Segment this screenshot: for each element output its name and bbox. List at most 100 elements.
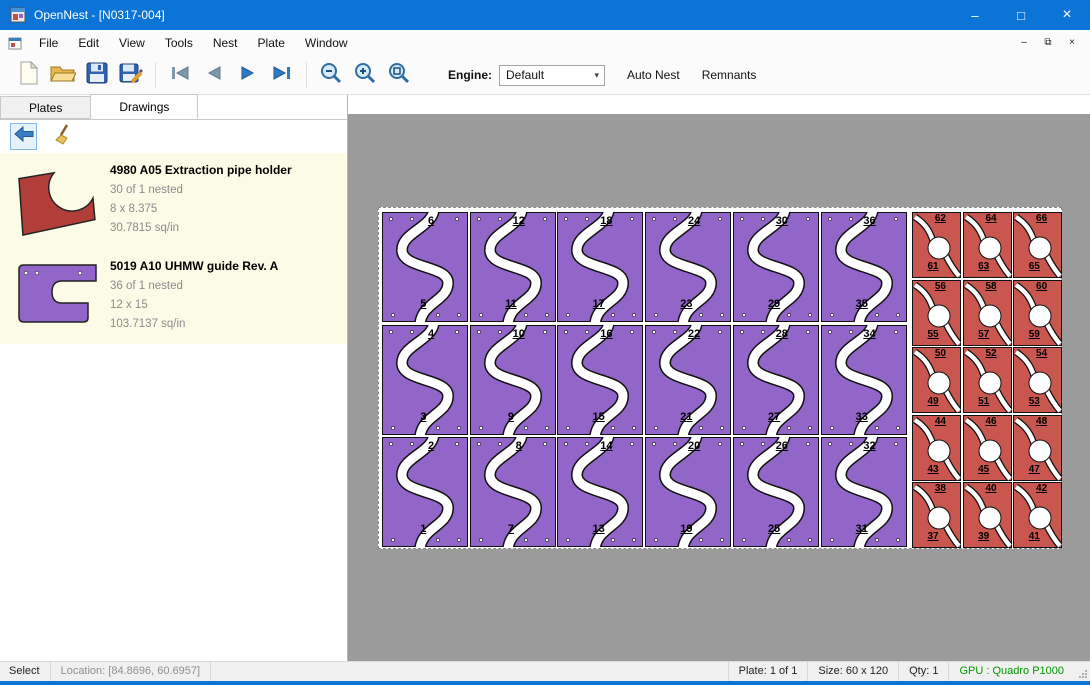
zoom-out-icon bbox=[319, 61, 343, 90]
first-plate-button[interactable] bbox=[163, 60, 197, 90]
previous-plate-button[interactable] bbox=[197, 60, 231, 90]
part-number-label: 50 bbox=[935, 348, 946, 359]
nested-pair-red[interactable]: 3837 bbox=[912, 482, 961, 548]
resize-grip[interactable] bbox=[1074, 662, 1090, 681]
zoom-in-button[interactable] bbox=[348, 60, 382, 90]
mdi-minimize-button[interactable]: – bbox=[1014, 35, 1034, 51]
nested-pair-red[interactable]: 5453 bbox=[1013, 347, 1062, 413]
chevron-down-icon: ▾ bbox=[594, 70, 604, 81]
menu-item-tools[interactable]: Tools bbox=[155, 30, 203, 56]
nested-pair-purple[interactable]: 65 bbox=[382, 212, 468, 322]
auto-nest-button[interactable]: Auto Nest bbox=[627, 68, 680, 82]
menu-item-window[interactable]: Window bbox=[295, 30, 358, 56]
part-info: 5019 A10 UHMW guide Rev. A 36 of 1 neste… bbox=[104, 257, 278, 334]
part-number-label: 19 bbox=[680, 523, 692, 535]
plate-sheet[interactable]: 65 1211 1817 bbox=[378, 207, 1062, 549]
zoom-fit-icon bbox=[387, 61, 411, 90]
nested-pair-purple[interactable]: 87 bbox=[470, 437, 556, 547]
app-window: OpenNest - [N0317-004] – □ × File Edit V… bbox=[0, 0, 1090, 685]
purple-part-shape bbox=[19, 265, 96, 322]
menu-item-plate[interactable]: Plate bbox=[248, 30, 295, 56]
nested-pair-purple[interactable]: 1413 bbox=[557, 437, 643, 547]
part-number-label: 55 bbox=[928, 329, 939, 340]
nested-pair-red[interactable]: 6261 bbox=[912, 212, 961, 278]
save-icon bbox=[86, 62, 108, 89]
menu-item-nest[interactable]: Nest bbox=[203, 30, 248, 56]
part-number-label: 58 bbox=[985, 281, 996, 292]
nested-pair-purple[interactable]: 43 bbox=[382, 325, 468, 435]
zoom-out-button[interactable] bbox=[314, 60, 348, 90]
next-plate-button[interactable] bbox=[231, 60, 265, 90]
nested-pair-purple[interactable]: 2423 bbox=[645, 212, 731, 322]
close-button[interactable]: × bbox=[1044, 0, 1090, 30]
clean-button[interactable] bbox=[49, 123, 76, 150]
nested-pair-purple[interactable]: 3231 bbox=[821, 437, 907, 547]
nesting-canvas[interactable]: 65 1211 1817 bbox=[348, 95, 1090, 661]
part-number-label: 27 bbox=[768, 411, 780, 423]
maximize-button[interactable]: □ bbox=[998, 0, 1044, 30]
nested-pair-red[interactable]: 4443 bbox=[912, 415, 961, 481]
nested-pair-red[interactable]: 4645 bbox=[963, 415, 1012, 481]
minimize-button[interactable]: – bbox=[952, 0, 998, 30]
nested-pair-red[interactable]: 4039 bbox=[963, 482, 1012, 548]
nested-pair-red[interactable]: 4847 bbox=[1013, 415, 1062, 481]
part-number-label: 37 bbox=[928, 531, 939, 542]
part-nested-count: 30 of 1 nested bbox=[110, 181, 292, 200]
part-number-label: 6 bbox=[428, 215, 434, 227]
titlebar: OpenNest - [N0317-004] – □ × bbox=[0, 0, 1090, 30]
menu-item-edit[interactable]: Edit bbox=[68, 30, 109, 56]
part-number-label: 43 bbox=[928, 464, 939, 475]
nested-pair-purple[interactable]: 21 bbox=[382, 437, 468, 547]
mdi-restore-button[interactable]: ⧉ bbox=[1038, 35, 1058, 51]
part-number-label: 53 bbox=[1029, 396, 1040, 407]
nested-pair-red[interactable]: 6463 bbox=[963, 212, 1012, 278]
menu-item-file[interactable]: File bbox=[29, 30, 68, 56]
engine-select[interactable]: Default ▾ bbox=[499, 65, 605, 86]
nested-pair-purple[interactable]: 2019 bbox=[645, 437, 731, 547]
back-button[interactable] bbox=[10, 123, 37, 150]
part-number-label: 20 bbox=[688, 440, 700, 452]
nested-pair-purple[interactable]: 2625 bbox=[733, 437, 819, 547]
nested-pair-purple[interactable]: 3433 bbox=[821, 325, 907, 435]
nested-pair-red[interactable]: 4241 bbox=[1013, 482, 1062, 548]
save-button[interactable] bbox=[80, 60, 114, 90]
next-arrow-icon bbox=[239, 65, 257, 86]
nested-pair-purple[interactable]: 3635 bbox=[821, 212, 907, 322]
nested-pair-red[interactable]: 5857 bbox=[963, 280, 1012, 346]
remnants-button[interactable]: Remnants bbox=[702, 68, 757, 82]
nested-pair-purple[interactable]: 1615 bbox=[557, 325, 643, 435]
red-part-shape bbox=[19, 173, 95, 235]
nested-pair-purple[interactable]: 2221 bbox=[645, 325, 731, 435]
part-list-item[interactable]: 4980 A05 Extraction pipe holder 30 of 1 … bbox=[0, 153, 347, 249]
part-number-label: 11 bbox=[505, 298, 517, 310]
tab-plates[interactable]: Plates bbox=[0, 96, 91, 119]
nested-pair-red[interactable]: 5655 bbox=[912, 280, 961, 346]
save-as-button[interactable] bbox=[114, 60, 148, 90]
nested-pair-purple[interactable]: 28 27 bbox=[733, 325, 819, 435]
nested-pair-red[interactable]: 6059 bbox=[1013, 280, 1062, 346]
nested-pair-red[interactable]: 5251 bbox=[963, 347, 1012, 413]
part-number-label: 41 bbox=[1029, 531, 1040, 542]
nested-pair-red[interactable]: 6665 bbox=[1013, 212, 1062, 278]
nested-pair-purple[interactable]: 1211 bbox=[470, 212, 556, 322]
tab-drawings[interactable]: Drawings bbox=[90, 94, 198, 119]
sidebar: Plates Drawings bbox=[0, 95, 348, 661]
new-button[interactable] bbox=[12, 60, 46, 90]
menu-item-view[interactable]: View bbox=[109, 30, 155, 56]
new-file-icon bbox=[19, 61, 39, 90]
part-number-label: 32 bbox=[863, 440, 875, 452]
nested-pair-red[interactable]: 50 49 bbox=[912, 347, 961, 413]
part-list-item[interactable]: 5019 A10 UHMW guide Rev. A 36 of 1 neste… bbox=[0, 249, 347, 344]
open-folder-icon bbox=[50, 63, 76, 88]
mdi-window-controls: – ⧉ × bbox=[1014, 35, 1090, 51]
zoom-fit-button[interactable] bbox=[382, 60, 416, 90]
mdi-close-button[interactable]: × bbox=[1062, 35, 1082, 51]
last-plate-button[interactable] bbox=[265, 60, 299, 90]
nested-pair-purple[interactable]: 1817 bbox=[557, 212, 643, 322]
open-button[interactable] bbox=[46, 60, 80, 90]
part-number-label: 49 bbox=[928, 396, 939, 407]
nested-pair-purple[interactable]: 109 bbox=[470, 325, 556, 435]
nested-pair-purple[interactable]: 3029 bbox=[733, 212, 819, 322]
part-number-label: 28 bbox=[776, 328, 788, 340]
part-number-label: 40 bbox=[985, 483, 996, 494]
